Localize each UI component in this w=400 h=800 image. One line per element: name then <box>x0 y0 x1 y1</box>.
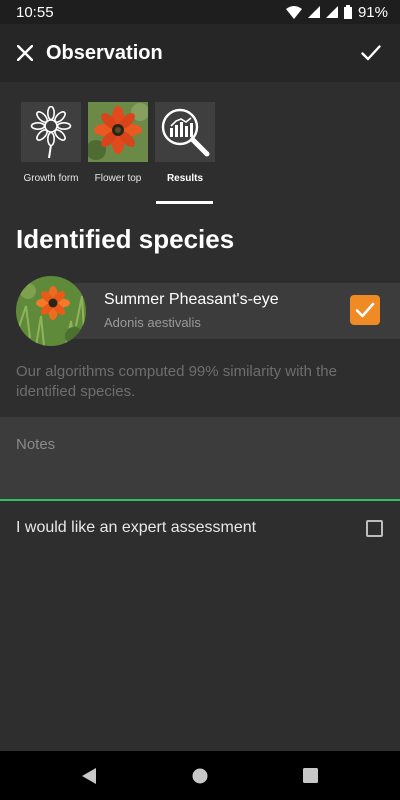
flower-photo <box>88 102 148 162</box>
close-icon <box>17 45 33 61</box>
expert-assessment-row[interactable]: I would like an expert assessment <box>0 505 400 551</box>
battery-percent: 91% <box>357 3 388 21</box>
nav-back-button[interactable] <box>59 751 119 800</box>
nav-home-button[interactable] <box>170 751 230 800</box>
species-result-row[interactable]: Summer Pheasant's-eye Adonis aestivalis <box>16 276 400 346</box>
tab-label: Growth form <box>23 173 79 184</box>
status-bar: 10:55 91% <box>0 0 400 24</box>
notes-field[interactable]: Notes <box>0 417 400 501</box>
battery-icon <box>343 5 352 19</box>
notes-placeholder: Notes <box>16 436 56 453</box>
status-icons: 91% <box>285 3 388 21</box>
signal-icon <box>325 6 338 18</box>
expert-assessment-checkbox[interactable] <box>366 520 383 537</box>
search-chart-icon <box>161 108 210 157</box>
app-toolbar: Observation <box>0 24 400 82</box>
tab-results-thumb <box>155 102 215 162</box>
flower-top-photo <box>88 102 148 162</box>
check-icon <box>355 302 375 318</box>
page-title: Observation <box>46 41 163 64</box>
close-button[interactable] <box>0 24 50 82</box>
tab-label: Results <box>166 173 204 184</box>
expert-assessment-label: I would like an expert assessment <box>16 519 257 536</box>
identified-species-heading: Identified species <box>16 224 235 254</box>
nav-recents-button[interactable] <box>280 751 340 800</box>
recents-icon <box>302 768 318 783</box>
active-tab-indicator <box>156 201 213 204</box>
step-tabs: Growth form Flower top Results <box>0 82 400 206</box>
similarity-text: Our algorithms computed 99% similarity w… <box>16 363 337 400</box>
wifi-icon <box>285 5 302 19</box>
back-icon <box>82 767 96 784</box>
tab-results[interactable]: Results <box>154 102 216 184</box>
species-latin-name: Adonis aestivalis <box>104 315 201 330</box>
tab-label: Flower top <box>94 173 142 184</box>
home-icon <box>192 768 208 783</box>
tab-flower-top[interactable]: Flower top <box>87 102 149 184</box>
confirm-button[interactable] <box>348 24 394 82</box>
tab-growth-form[interactable]: Growth form <box>20 102 82 184</box>
species-photo-image <box>16 276 86 346</box>
status-time: 10:55 <box>16 3 54 21</box>
tab-growth-form-thumb <box>21 102 81 162</box>
flower-outline-icon <box>30 106 72 158</box>
check-icon <box>361 45 381 61</box>
species-common-name: Summer Pheasant's-eye <box>104 291 279 308</box>
system-nav-bar <box>0 751 400 800</box>
species-select-checkbox[interactable] <box>350 295 380 325</box>
species-photo <box>16 276 86 346</box>
signal-icon <box>307 6 320 18</box>
